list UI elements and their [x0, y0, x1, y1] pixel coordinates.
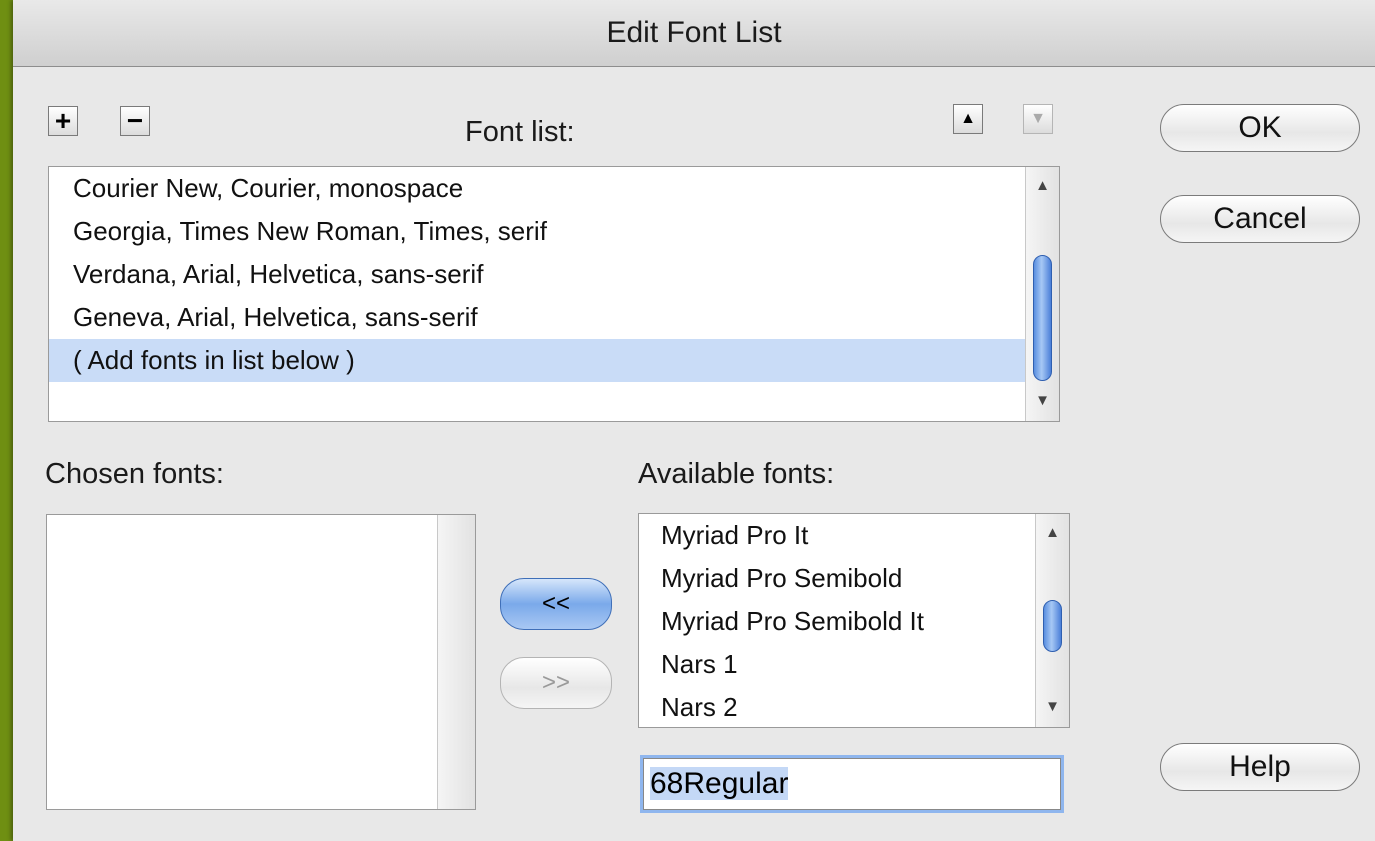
scroll-up-arrow-icon[interactable]: ▲: [1026, 177, 1059, 194]
window-title: Edit Font List: [13, 0, 1375, 67]
available-fonts-label: Available fonts:: [638, 458, 835, 490]
remove-from-chosen-button[interactable]: >>: [500, 657, 612, 709]
add-to-chosen-button[interactable]: <<: [500, 578, 612, 630]
scroll-down-arrow-icon[interactable]: ▼: [1026, 392, 1059, 409]
scroll-thumb[interactable]: [1033, 255, 1052, 381]
available-font-item[interactable]: Myriad Pro Semibold It: [639, 600, 1069, 643]
scroll-down-arrow-icon[interactable]: ▼: [1036, 698, 1069, 715]
scroll-thumb[interactable]: [1043, 600, 1062, 652]
chosen-fonts-label: Chosen fonts:: [45, 458, 224, 490]
available-font-item[interactable]: Nars 1: [639, 643, 1069, 686]
font-name-input-value: 68Regular: [650, 767, 789, 800]
chosen-fonts-scrollbar[interactable]: [437, 515, 475, 809]
remove-font-list-button[interactable]: −: [120, 106, 150, 136]
move-up-button[interactable]: ▲: [953, 104, 983, 134]
font-list-scrollbar[interactable]: ▲ ▼: [1025, 167, 1059, 421]
cancel-button[interactable]: Cancel: [1160, 195, 1360, 243]
move-down-button[interactable]: ▼: [1023, 104, 1053, 134]
available-fonts-scrollbar[interactable]: ▲ ▼: [1035, 514, 1069, 727]
font-list-item[interactable]: Courier New, Courier, monospace: [49, 167, 1059, 210]
font-name-input[interactable]: 68Regular: [643, 758, 1061, 810]
font-list-item[interactable]: Verdana, Arial, Helvetica, sans-serif: [49, 253, 1059, 296]
font-list-item-selected[interactable]: ( Add fonts in list below ): [49, 339, 1059, 382]
available-font-item[interactable]: Nars 2: [639, 686, 1069, 727]
available-font-item[interactable]: Myriad Pro It: [639, 514, 1069, 557]
help-button[interactable]: Help: [1160, 743, 1360, 791]
scroll-up-arrow-icon[interactable]: ▲: [1036, 524, 1069, 541]
edit-font-list-dialog: Edit Font List + − Font list: ▲ ▼ Courie…: [13, 0, 1375, 841]
font-list-item[interactable]: Georgia, Times New Roman, Times, serif: [49, 210, 1059, 253]
font-list-box[interactable]: Courier New, Courier, monospace Georgia,…: [48, 166, 1060, 422]
ok-button[interactable]: OK: [1160, 104, 1360, 152]
available-font-item[interactable]: Myriad Pro Semibold: [639, 557, 1069, 600]
add-font-list-button[interactable]: +: [48, 106, 78, 136]
font-list-label: Font list:: [465, 116, 575, 148]
font-list-item[interactable]: Geneva, Arial, Helvetica, sans-serif: [49, 296, 1059, 339]
chosen-fonts-list[interactable]: [46, 514, 476, 810]
available-fonts-list[interactable]: Myriad Pro It Myriad Pro Semibold Myriad…: [638, 513, 1070, 728]
